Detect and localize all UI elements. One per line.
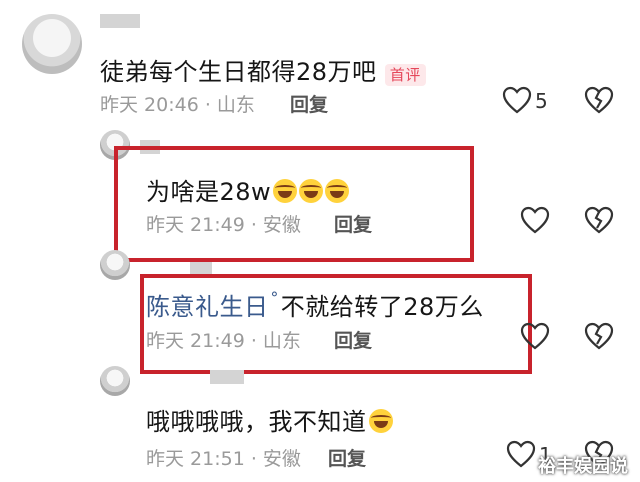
watermark: 裕丰娱园说 bbox=[538, 456, 628, 477]
avatar[interactable] bbox=[22, 14, 82, 74]
avatar[interactable] bbox=[100, 250, 130, 280]
comment-meta: 昨天 21:51 · 安徽 bbox=[146, 448, 301, 470]
broken-heart-icon[interactable] bbox=[584, 86, 614, 114]
comment-text: 为啥是28w bbox=[146, 172, 350, 207]
username-blurred[interactable] bbox=[210, 370, 244, 384]
laughing-emoji-icon bbox=[299, 179, 324, 203]
search-link-icon[interactable]: ⚬ bbox=[269, 287, 281, 303]
heart-icon[interactable] bbox=[506, 440, 536, 468]
reply-button[interactable]: 回复 bbox=[290, 90, 328, 117]
username-blurred[interactable] bbox=[100, 14, 140, 28]
comment-meta: 昨天 21:49 · 山东 bbox=[146, 330, 301, 352]
like-count: 5 bbox=[535, 89, 548, 113]
laughing-emoji-icon bbox=[368, 409, 393, 433]
reply-button[interactable]: 回复 bbox=[328, 444, 366, 471]
reply-button[interactable]: 回复 bbox=[334, 210, 372, 237]
heart-icon[interactable] bbox=[520, 206, 550, 234]
avatar[interactable] bbox=[100, 366, 130, 396]
comment-text: 哦哦哦哦，我不知道 bbox=[146, 402, 393, 437]
comment-meta: 昨天 20:46 · 山东 bbox=[100, 94, 255, 116]
heart-icon[interactable] bbox=[502, 86, 532, 114]
laughing-emoji-icon bbox=[273, 179, 298, 203]
first-comment-badge: 首评 bbox=[384, 64, 426, 86]
heart-icon[interactable] bbox=[520, 322, 550, 350]
broken-heart-icon[interactable] bbox=[584, 322, 614, 350]
laughing-emoji-icon bbox=[325, 179, 350, 203]
comment-meta: 昨天 21:49 · 安徽 bbox=[146, 214, 301, 236]
comment-text: 徒弟每个生日都得28万吧 首评 bbox=[100, 52, 426, 87]
comment-text: 陈意礼生日⚬不就给转了28万么 bbox=[146, 287, 484, 321]
broken-heart-icon[interactable] bbox=[584, 206, 614, 234]
reply-button[interactable]: 回复 bbox=[334, 326, 372, 353]
mention-link[interactable]: 陈意礼生日 bbox=[146, 293, 269, 321]
